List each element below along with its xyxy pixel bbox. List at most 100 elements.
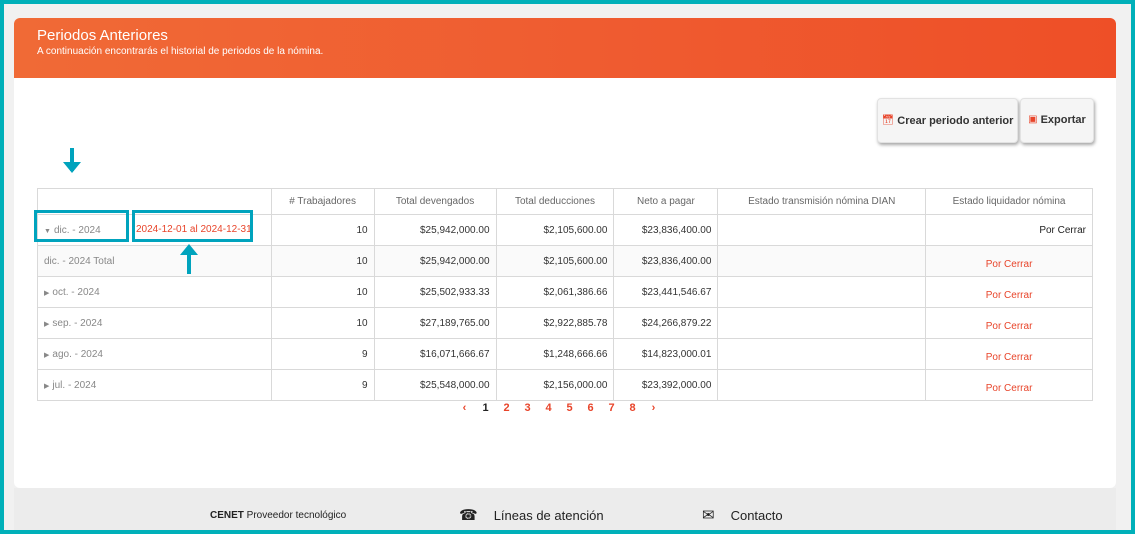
neto-cell: $23,441,546.67 (613, 276, 719, 308)
deducciones-cell: $2,105,600.00 (495, 245, 615, 277)
table-row: ▼ dic. - 2024 2024-12-01 al 2024-12-31 10… (37, 214, 1093, 246)
period-range-link[interactable]: 2024-12-01 al 2024-12-31 (136, 224, 252, 235)
period-cell[interactable]: ▶ sep. - 2024 (37, 307, 272, 339)
period-label: oct. - 2024 (52, 286, 100, 298)
period-cell[interactable]: ▶ ago. - 2024 (37, 338, 272, 370)
caret-right-icon[interactable]: ▶ (44, 321, 49, 328)
col-header-deducciones[interactable]: Total deducciones (495, 188, 615, 215)
period-label: ago. - 2024 (52, 348, 103, 360)
calendar-icon: 📅︎ (881, 115, 895, 126)
devengados-cell: $27,189,765.00 (373, 307, 497, 339)
period-cell[interactable]: ▼ dic. - 2024 2024-12-01 al 2024-12-31 (37, 214, 272, 246)
period-label: dic. - 2024 (53, 224, 101, 236)
arrow-down-icon (63, 148, 81, 173)
devengados-cell: $25,942,000.00 (373, 245, 497, 277)
deducciones-cell: $2,061,386.66 (495, 276, 615, 308)
page-frame: Periodos Anteriores A continuación encon… (4, 4, 1131, 530)
dian-cell (717, 307, 927, 339)
export-label: Exportar (1040, 114, 1086, 126)
col-header-trabajadores[interactable]: # Trabajadores (270, 188, 375, 215)
period-label: sep. - 2024 (52, 317, 103, 329)
period-label: dic. - 2024 Total (44, 255, 115, 267)
caret-right-icon[interactable]: ▶ (44, 290, 49, 297)
create-previous-period-button[interactable]: 📅︎ Crear periodo anterior (877, 98, 1018, 143)
table-header-row: # Trabajadores Total devengados Total de… (37, 188, 1093, 215)
prev-page-button[interactable]: ‹ (454, 402, 475, 414)
col-header-dian[interactable]: Estado transmisión nómina DIAN (717, 188, 927, 215)
page-subtitle: A continuación encontrarás el historial … (37, 46, 324, 57)
table-row: ▶ ago. - 2024 9 $16,071,666.67 $1,248,666… (37, 338, 1093, 370)
neto-cell: $24,266,879.22 (613, 307, 719, 339)
page-button-1[interactable]: 1 (475, 402, 496, 414)
deducciones-cell: $2,922,885.78 (495, 307, 615, 339)
page-button-5[interactable]: 5 (559, 402, 580, 414)
col-header-liquidador[interactable]: Estado liquidador nómina (925, 188, 1093, 215)
neto-cell: $23,836,400.00 (613, 245, 719, 277)
dian-cell (717, 214, 927, 246)
col-header-period (37, 188, 272, 215)
estado-cell[interactable]: Por Cerrar (925, 276, 1093, 308)
col-header-devengados[interactable]: Total devengados (373, 188, 497, 215)
dian-cell (717, 369, 927, 401)
footer-contact-label: Contacto (730, 507, 783, 523)
trabajadores-cell: 9 (270, 338, 375, 370)
devengados-cell: $16,071,666.67 (373, 338, 497, 370)
page-button-6[interactable]: 6 (580, 402, 601, 414)
footer-brand-name: CENET (210, 510, 244, 521)
dian-cell (717, 338, 927, 370)
deducciones-cell: $2,156,000.00 (495, 369, 615, 401)
export-button[interactable]: ▣ Exportar (1020, 98, 1094, 143)
page-button-3[interactable]: 3 (517, 402, 538, 414)
period-label: jul. - 2024 (52, 379, 97, 391)
neto-cell: $23,392,000.00 (613, 369, 719, 401)
page-header: Periodos Anteriores A continuación encon… (14, 18, 1116, 78)
neto-cell: $14,823,000.01 (613, 338, 719, 370)
periods-table: # Trabajadores Total devengados Total de… (37, 188, 1093, 401)
estado-cell[interactable]: Por Cerrar (925, 307, 1093, 339)
page-footer: CENET Proveedor tecnológico ☎︎ Líneas de… (14, 488, 1116, 530)
estado-cell[interactable]: Por Cerrar (925, 338, 1093, 370)
estado-cell: Por Cerrar (925, 214, 1093, 246)
period-cell[interactable]: ▶ jul. - 2024 (37, 369, 272, 401)
envelope-icon: ✉︎ (702, 507, 715, 524)
page-button-7[interactable]: 7 (601, 402, 622, 414)
page-button-2[interactable]: 2 (496, 402, 517, 414)
footer-brand-tagline: Proveedor tecnológico (243, 510, 347, 521)
caret-right-icon[interactable]: ▶ (44, 383, 49, 390)
caret-right-icon[interactable]: ▶ (44, 352, 49, 359)
footer-support-label: Líneas de atención (493, 507, 604, 523)
phone-icon: ☎︎ (459, 507, 478, 524)
trabajadores-cell: 10 (270, 276, 375, 308)
col-header-neto[interactable]: Neto a pagar (613, 188, 719, 215)
arrow-up-icon (180, 244, 198, 274)
devengados-cell: $25,548,000.00 (373, 369, 497, 401)
period-cell: dic. - 2024 Total (37, 245, 272, 277)
dian-cell (717, 245, 927, 277)
footer-brand: CENET Proveedor tecnológico (210, 510, 346, 521)
trabajadores-cell: 10 (270, 214, 375, 246)
footer-support-link[interactable]: ☎︎ Líneas de atención (459, 506, 604, 524)
deducciones-cell: $2,105,600.00 (495, 214, 615, 246)
page-title: Periodos Anteriores (37, 27, 168, 44)
table-row: ▶ sep. - 2024 10 $27,189,765.00 $2,922,88… (37, 307, 1093, 339)
file-export-icon: ▣ (1028, 114, 1038, 125)
footer-contact-link[interactable]: ✉︎ Contacto (702, 506, 783, 524)
create-previous-period-label: Crear periodo anterior (897, 114, 1014, 127)
page-button-8[interactable]: 8 (622, 402, 643, 414)
neto-cell: $23,836,400.00 (613, 214, 719, 246)
pagination: ‹ 1 2 3 4 5 6 7 8 › (454, 402, 664, 414)
deducciones-cell: $1,248,666.66 (495, 338, 615, 370)
trabajadores-cell: 10 (270, 307, 375, 339)
estado-cell[interactable]: Por Cerrar (925, 245, 1093, 277)
caret-down-icon[interactable]: ▼ (44, 228, 51, 235)
estado-cell[interactable]: Por Cerrar (925, 369, 1093, 401)
table-row: ▶ oct. - 2024 10 $25,502,933.33 $2,061,38… (37, 276, 1093, 308)
devengados-cell: $25,502,933.33 (373, 276, 497, 308)
page-button-4[interactable]: 4 (538, 402, 559, 414)
next-page-button[interactable]: › (643, 402, 664, 414)
trabajadores-cell: 10 (270, 245, 375, 277)
period-cell[interactable]: ▶ oct. - 2024 (37, 276, 272, 308)
dian-cell (717, 276, 927, 308)
trabajadores-cell: 9 (270, 369, 375, 401)
table-row: ▶ jul. - 2024 9 $25,548,000.00 $2,156,000… (37, 369, 1093, 401)
